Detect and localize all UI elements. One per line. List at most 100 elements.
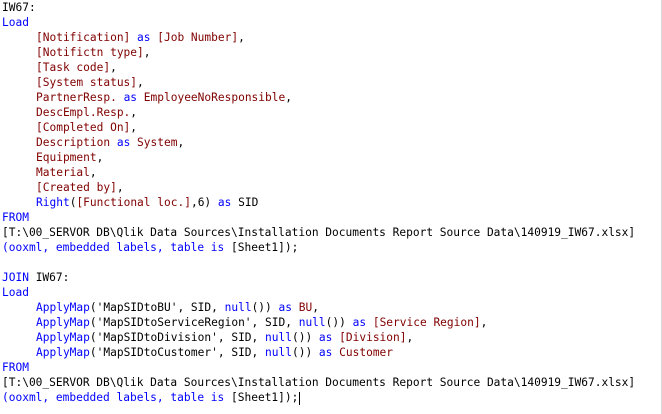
code-token: DescEmpl.Resp. xyxy=(36,106,131,119)
script-editor[interactable]: IW67: Load [Notification] as [Job Number],… xyxy=(0,0,662,414)
code-token: null xyxy=(298,316,326,329)
code-token: , xyxy=(130,106,138,119)
code-token: ('MapSIDtoServiceRegion', SID, xyxy=(89,316,299,329)
code-token: as xyxy=(312,346,340,359)
code-token: IW67: xyxy=(2,1,36,14)
code-token: [Task code] xyxy=(36,61,111,74)
code-token: , xyxy=(177,136,185,149)
script-line[interactable]: FROM xyxy=(0,360,661,375)
code-token: ()) xyxy=(251,301,272,314)
code-token: , xyxy=(406,331,414,344)
code-token: ('MapSIDtoDivision', SID, xyxy=(89,331,266,344)
script-line[interactable]: [System status], xyxy=(0,75,661,90)
script-line[interactable] xyxy=(0,255,661,270)
code-token: ); xyxy=(284,391,299,404)
script-line[interactable]: ApplyMap('MapSIDtoCustomer', SID, null()… xyxy=(0,345,661,360)
code-token: Load xyxy=(2,16,29,29)
code-token: Load xyxy=(2,286,29,299)
script-line[interactable]: Equipment, xyxy=(0,150,661,165)
script-line[interactable]: [Notification] as [Job Number], xyxy=(0,30,661,45)
code-token: as xyxy=(211,196,239,209)
script-line[interactable]: [T:\00_SERVOR DB\Qlik Data Sources\Insta… xyxy=(0,225,661,240)
code-token: as xyxy=(271,301,299,314)
script-line[interactable]: [T:\00_SERVOR DB\Qlik Data Sources\Insta… xyxy=(0,375,661,390)
code-token: ApplyMap xyxy=(36,331,90,344)
code-token: FROM xyxy=(2,361,29,374)
script-line[interactable]: (ooxml, embedded labels, table is [Sheet… xyxy=(0,240,661,255)
code-token: [Functional loc.] xyxy=(76,196,191,209)
code-token: , xyxy=(89,166,97,179)
code-token: as xyxy=(110,136,138,149)
script-line[interactable]: JOIN IW67: xyxy=(0,270,661,285)
code-token: [Sheet1] xyxy=(231,241,285,254)
code-token: , xyxy=(143,46,151,59)
script-line[interactable]: Material, xyxy=(0,165,661,180)
code-token: ,6) xyxy=(190,196,212,209)
script-line[interactable]: Description as System, xyxy=(0,135,661,150)
script-line[interactable]: (ooxml, embedded labels, table is [Sheet… xyxy=(0,390,661,405)
script-line[interactable]: Right([Functional loc.],6) as SID xyxy=(0,195,661,210)
code-token: [Service Region] xyxy=(372,316,481,329)
code-token: Customer xyxy=(339,346,394,359)
code-token: SID xyxy=(238,196,259,209)
code-token: [Division] xyxy=(339,331,407,344)
code-token: JOIN xyxy=(2,271,29,284)
code-token: ()) xyxy=(325,316,346,329)
code-token: Right xyxy=(36,196,70,209)
code-token: as xyxy=(345,316,373,329)
script-line[interactable]: PartnerResp. as EmployeeNoResponsible, xyxy=(0,90,661,105)
script-line[interactable]: Load xyxy=(0,285,661,300)
code-token: , xyxy=(130,121,138,134)
code-token: EmployeeNoResponsible xyxy=(143,91,286,104)
code-token: ()) xyxy=(291,331,313,344)
code-token: , xyxy=(238,31,245,44)
script-line[interactable]: ApplyMap('MapSIDtoDivision', SID, null()… xyxy=(0,330,661,345)
code-token: ('MapSIDtoCustomer', SID, xyxy=(89,346,266,359)
code-token: , xyxy=(285,91,292,104)
script-line[interactable]: [Notifictn type], xyxy=(0,45,661,60)
script-line[interactable]: [Task code], xyxy=(0,60,661,75)
code-token: ApplyMap xyxy=(36,301,90,314)
script-line[interactable]: [Completed On], xyxy=(0,120,661,135)
code-token: IW67: xyxy=(28,271,70,284)
code-token: , xyxy=(96,151,104,164)
code-token: Equipment xyxy=(36,151,97,164)
code-token: , xyxy=(137,76,144,89)
code-token: BU xyxy=(298,301,313,314)
code-token: , xyxy=(116,181,124,194)
code-token: ); xyxy=(284,241,299,254)
code-token: ApplyMap xyxy=(36,316,90,329)
script-line[interactable]: [Created by], xyxy=(0,180,661,195)
code-token: [Job Number] xyxy=(157,31,239,44)
code-token: as xyxy=(312,331,340,344)
code-token: PartnerResp. xyxy=(36,91,117,104)
code-token: System xyxy=(137,136,178,149)
code-token: ('MapSIDtoBU', SID, xyxy=(89,301,225,314)
code-token: (ooxml, embedded labels, table is xyxy=(2,241,232,254)
code-token: , xyxy=(480,316,488,329)
code-token: as xyxy=(116,91,144,104)
code-token: null xyxy=(265,331,292,344)
text-caret xyxy=(299,391,301,405)
script-line[interactable]: FROM xyxy=(0,210,661,225)
script-line[interactable]: ApplyMap('MapSIDtoBU', SID, null()) as B… xyxy=(0,300,661,315)
code-token: null xyxy=(224,301,252,314)
script-line[interactable]: ApplyMap('MapSIDtoServiceRegion', SID, n… xyxy=(0,315,661,330)
script-line[interactable]: Load xyxy=(0,15,661,30)
code-token: [System status] xyxy=(36,76,138,89)
code-token: , xyxy=(110,61,117,74)
code-token: , xyxy=(312,301,319,314)
code-token: Description xyxy=(36,136,111,149)
code-token: FROM xyxy=(2,211,29,224)
code-token: [T:\00_SERVOR DB\Qlik Data Sources\Insta… xyxy=(2,376,636,389)
script-line[interactable]: DescEmpl.Resp., xyxy=(0,105,661,120)
code-token: [Completed On] xyxy=(36,121,131,134)
code-token: null xyxy=(265,346,292,359)
code-token: (ooxml, embedded labels, table is xyxy=(2,391,232,404)
script-line[interactable]: IW67: xyxy=(0,0,661,15)
code-token: ()) xyxy=(291,346,313,359)
code-token: [Created by] xyxy=(36,181,117,194)
code-token: [T:\00_SERVOR DB\Qlik Data Sources\Insta… xyxy=(2,226,636,239)
code-token: [Notification] xyxy=(36,31,131,44)
code-token: Material xyxy=(36,166,90,179)
